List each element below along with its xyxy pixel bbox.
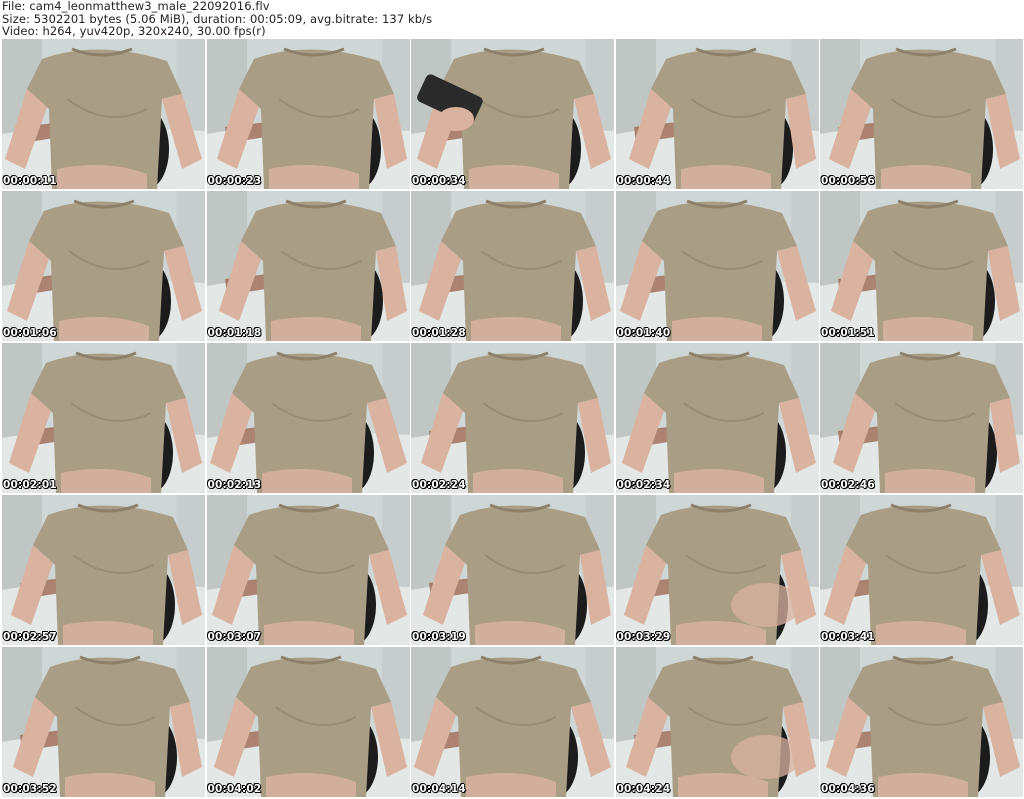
video-thumbnail: 00:02:46 — [820, 343, 1023, 493]
frame-image — [2, 191, 205, 341]
thumbnail-timestamp: 00:01:28 — [412, 327, 466, 339]
thumbnail-timestamp: 00:04:36 — [821, 783, 875, 795]
video-thumbnail: 00:03:29 — [615, 495, 819, 645]
thumbnail-timestamp: 00:01:51 — [821, 327, 875, 339]
frame-image — [820, 495, 1023, 645]
thumbnail-timestamp: 00:04:02 — [207, 783, 262, 795]
video-thumbnail: 00:00:23 — [206, 39, 410, 189]
video-thumbnail: 00:02:01 — [2, 343, 205, 493]
thumbnail-timestamp: 00:00:44 — [616, 175, 671, 187]
video-thumbnail: 00:03:07 — [206, 495, 410, 645]
thumbnail-timestamp: 00:04:24 — [616, 783, 671, 795]
video-thumbnail: 00:02:24 — [411, 343, 614, 493]
thumbnail-timestamp: 00:03:52 — [3, 783, 57, 795]
video-thumbnail: 00:04:24 — [615, 647, 819, 797]
frame-image — [206, 495, 410, 645]
video-thumbnail: 00:01:51 — [820, 191, 1023, 341]
video-thumbnail: 00:01:06 — [2, 191, 205, 341]
frame-image — [820, 39, 1023, 189]
video-thumbnail: 00:00:56 — [820, 39, 1023, 189]
frame-image — [206, 647, 410, 797]
frame-image — [820, 191, 1023, 341]
video-thumbnail: 00:04:36 — [820, 647, 1023, 797]
thumbnail-timestamp: 00:03:07 — [207, 631, 262, 643]
frame-image — [615, 191, 819, 341]
frame-image — [2, 647, 205, 797]
thumbnail-timestamp: 00:01:18 — [207, 327, 262, 339]
thumbnail-timestamp: 00:00:56 — [821, 175, 875, 187]
thumbnail-grid: 00:00:11 00:00:23 00:00:34 00:00:44 00:0… — [2, 39, 1023, 797]
frame-image — [411, 191, 614, 341]
video-thumbnail: 00:04:02 — [206, 647, 410, 797]
frame-image — [615, 495, 819, 645]
thumbnail-timestamp: 00:00:23 — [207, 175, 262, 187]
thumbnail-timestamp: 00:00:11 — [3, 175, 57, 187]
video-thumbnail: 00:03:19 — [411, 495, 614, 645]
video-info-line: Video: h264, yuv420p, 320x240, 30.00 fps… — [2, 24, 266, 38]
frame-image — [820, 647, 1023, 797]
thumbnail-timestamp: 00:01:40 — [616, 327, 671, 339]
thumbnail-timestamp: 00:03:41 — [821, 631, 875, 643]
frame-image — [206, 343, 410, 493]
file-name-line: File: cam4_leonmatthew3_male_22092016.fl… — [2, 0, 270, 13]
frame-image — [615, 343, 819, 493]
frame-image — [411, 647, 614, 797]
thumbnail-timestamp: 00:02:13 — [207, 479, 262, 491]
thumbnail-timestamp: 00:02:24 — [412, 479, 466, 491]
thumbnail-timestamp: 00:03:19 — [412, 631, 466, 643]
thumbnail-timestamp: 00:02:34 — [616, 479, 671, 491]
video-thumbnail: 00:01:28 — [411, 191, 614, 341]
thumbnail-timestamp: 00:00:34 — [412, 175, 466, 187]
frame-image — [615, 647, 819, 797]
video-thumbnail: 00:02:34 — [615, 343, 819, 493]
video-thumbnail: 00:01:18 — [206, 191, 410, 341]
thumbnail-timestamp: 00:03:29 — [616, 631, 671, 643]
frame-image — [2, 343, 205, 493]
video-thumbnail: 00:03:52 — [2, 647, 205, 797]
frame-image — [411, 39, 614, 189]
video-thumbnail: 00:00:11 — [2, 39, 205, 189]
thumbnail-timestamp: 00:02:46 — [821, 479, 875, 491]
file-info-header: File: cam4_leonmatthew3_male_22092016.fl… — [2, 0, 1022, 38]
frame-image — [206, 191, 410, 341]
frame-image — [411, 495, 614, 645]
frame-image — [411, 343, 614, 493]
thumbnail-timestamp: 00:02:57 — [3, 631, 57, 643]
frame-image — [2, 495, 205, 645]
frame-image — [206, 39, 410, 189]
frame-image — [615, 39, 819, 189]
thumbnail-timestamp: 00:04:14 — [412, 783, 466, 795]
video-thumbnail: 00:04:14 — [411, 647, 614, 797]
video-thumbnail: 00:02:57 — [2, 495, 205, 645]
thumbnail-timestamp: 00:01:06 — [3, 327, 57, 339]
video-thumbnail: 00:00:34 — [411, 39, 614, 189]
video-thumbnail: 00:03:41 — [820, 495, 1023, 645]
frame-image — [820, 343, 1023, 493]
video-thumbnail: 00:02:13 — [206, 343, 410, 493]
thumbnail-timestamp: 00:02:01 — [3, 479, 57, 491]
frame-image — [2, 39, 205, 189]
video-thumbnail: 00:00:44 — [615, 39, 819, 189]
video-thumbnail: 00:01:40 — [615, 191, 819, 341]
